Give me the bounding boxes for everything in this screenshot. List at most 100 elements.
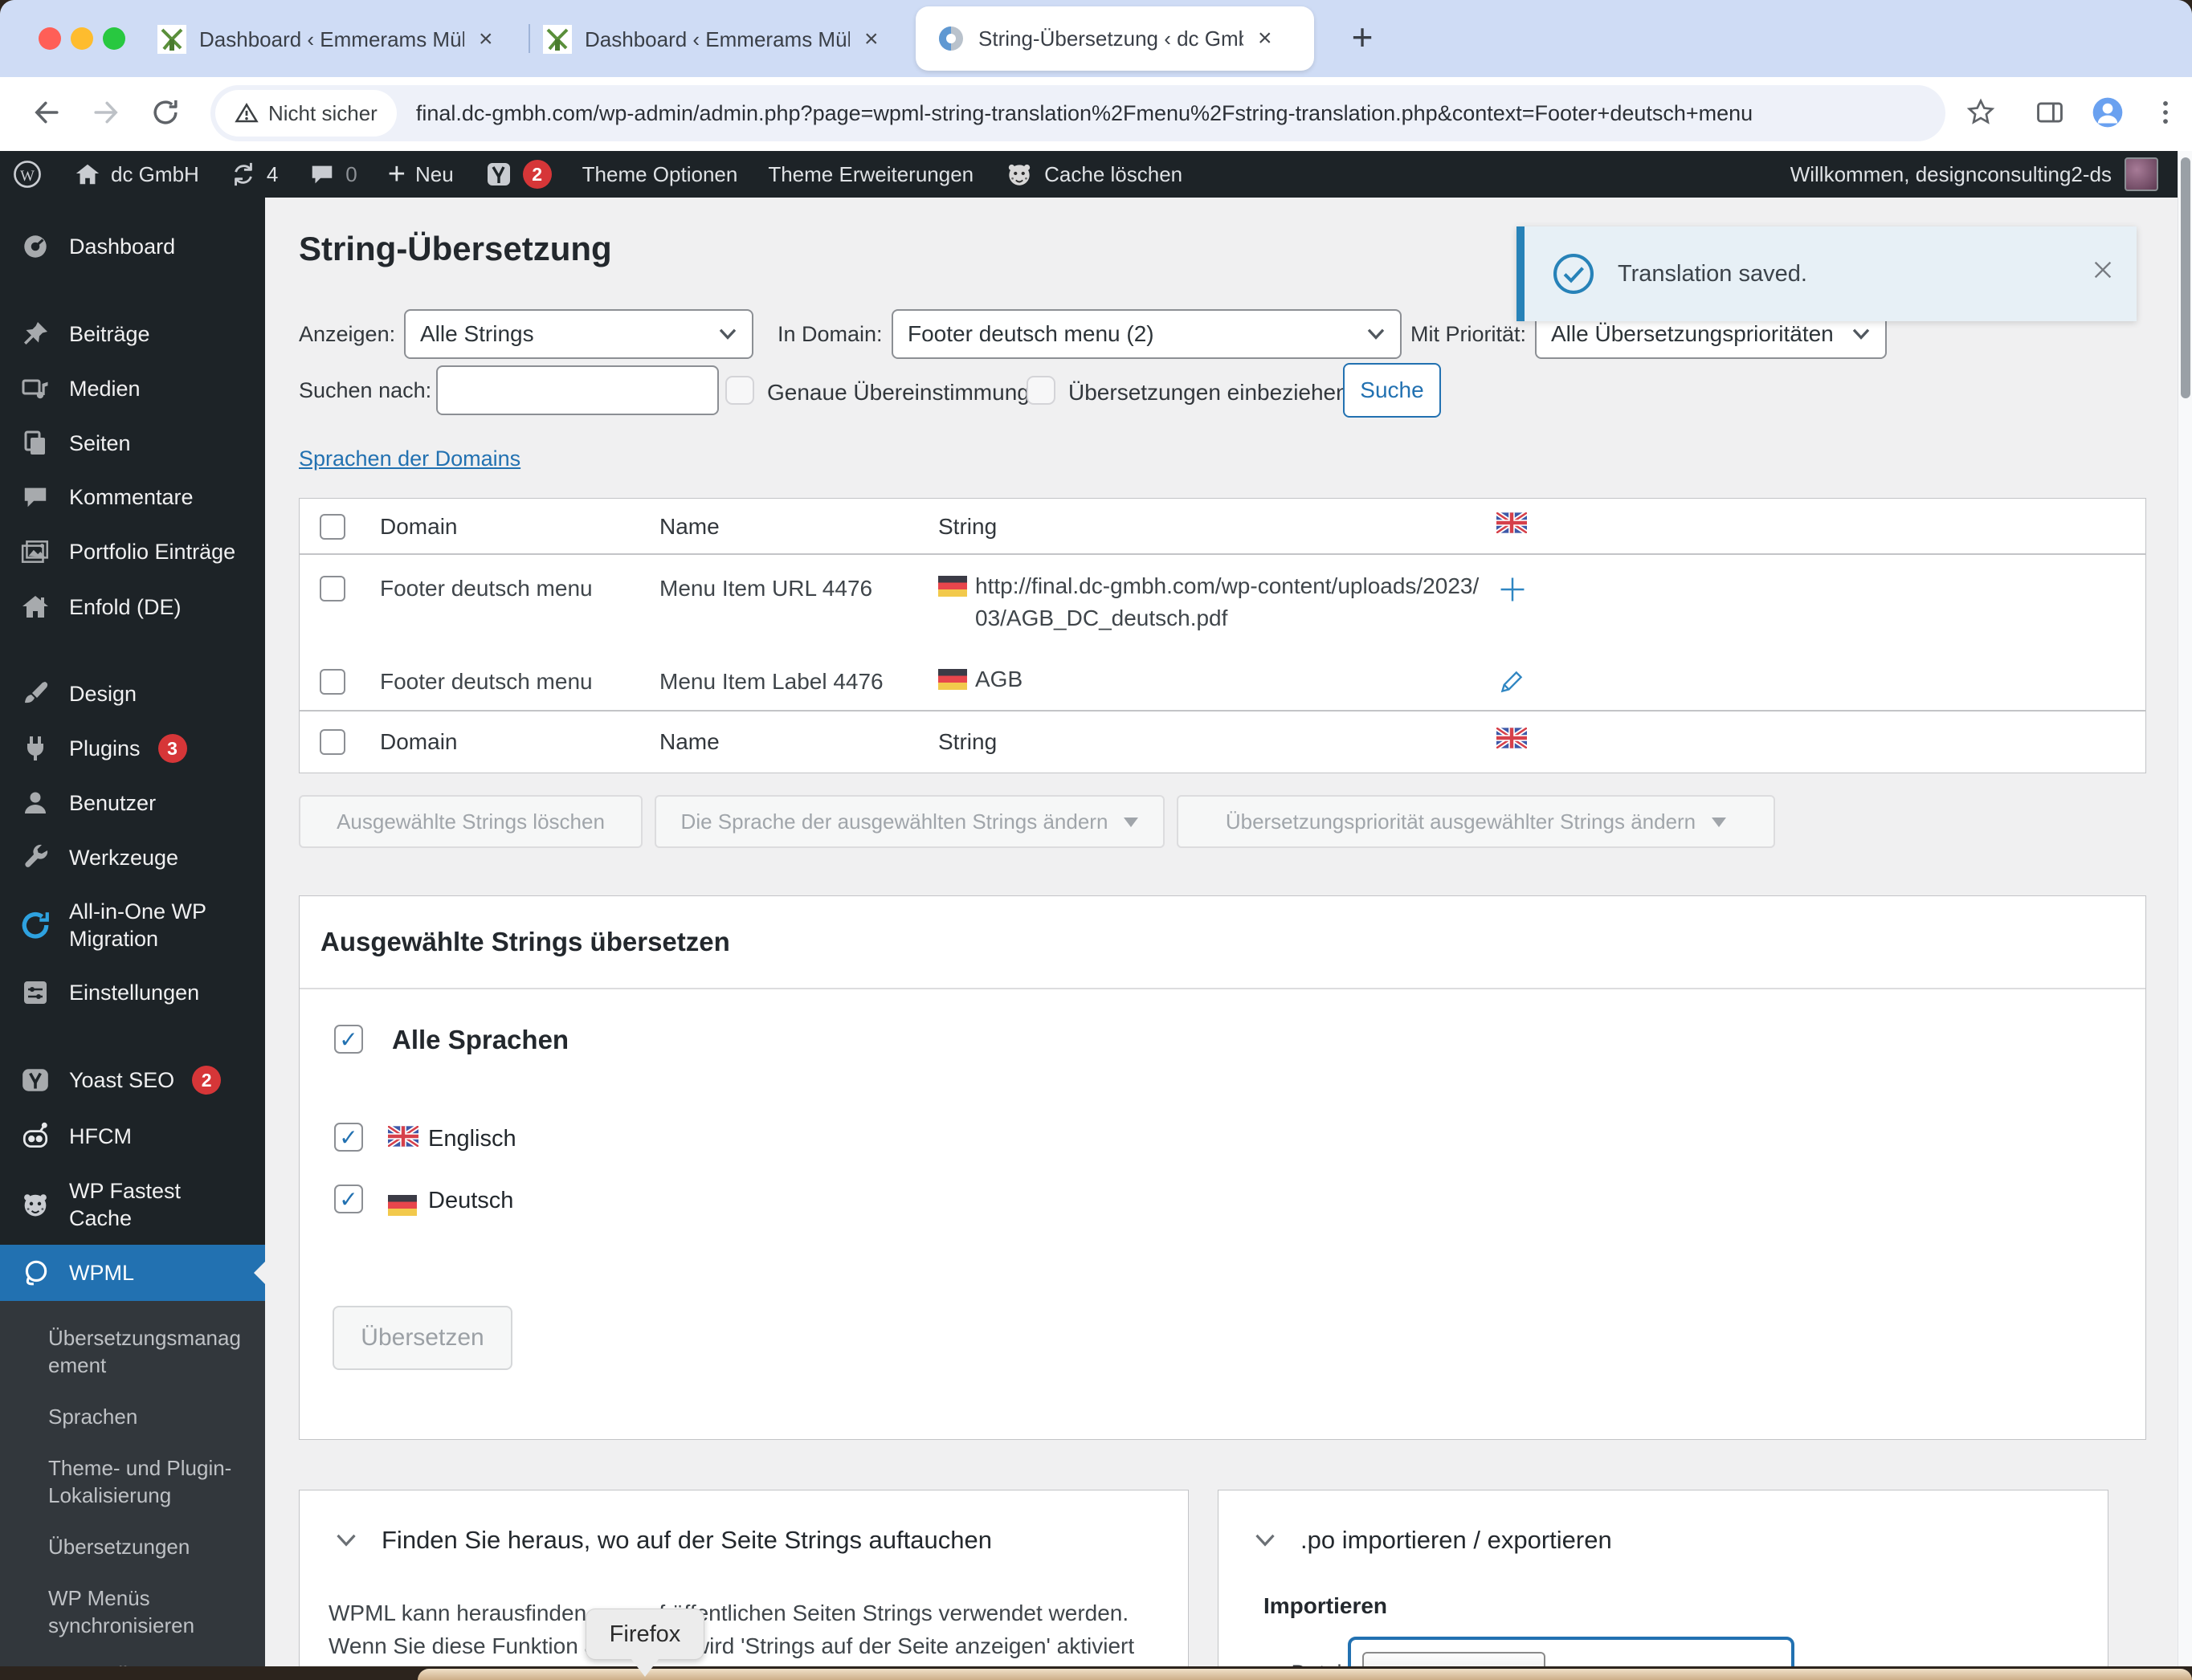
page-scrollbar[interactable] <box>2178 151 2192 1680</box>
admin-bar-new[interactable]: + Neu <box>388 159 454 190</box>
close-window-button[interactable] <box>39 27 61 50</box>
site-security-chip[interactable]: Nicht sicher <box>215 90 397 137</box>
chevron-down-icon <box>718 328 737 340</box>
tab-title: String-Übersetzung ‹ dc Gmb <box>978 26 1243 51</box>
updates-icon <box>234 162 252 186</box>
tab-close-icon[interactable]: × <box>864 26 879 53</box>
include-translations-checkbox[interactable] <box>1027 376 1055 405</box>
show-select[interactable]: Alle Strings <box>404 309 753 359</box>
sidebar-item-settings[interactable]: Einstellungen <box>0 965 265 1020</box>
sidebar-item-posts[interactable]: Beiträge <box>0 307 265 361</box>
tooltip-pointer <box>631 1659 659 1680</box>
browser-tab-2[interactable]: Dashboard ‹ Emmerams Mühl × <box>543 14 906 64</box>
search-button[interactable]: Suche <box>1343 363 1441 418</box>
minimize-window-button[interactable] <box>71 27 93 50</box>
submenu-item-sync-menus[interactable]: WP Menüs synchronisieren <box>0 1572 265 1651</box>
wp-logo-icon[interactable]: W <box>11 158 43 190</box>
submenu-item-theme-plugin-localization[interactable]: Theme- und Plugin-Lokalisierung <box>0 1442 265 1521</box>
admin-bar-comments[interactable]: 0 <box>308 161 357 188</box>
submenu-item-languages[interactable]: Sprachen <box>0 1391 265 1442</box>
welcome-text[interactable]: Willkommen, designconsulting2-ds <box>1790 162 2112 187</box>
tab-close-icon[interactable]: × <box>1258 25 1272 52</box>
zoom-window-button[interactable] <box>103 27 125 50</box>
sidebar-item-plugins[interactable]: Plugins 3 <box>0 721 265 776</box>
submenu-item-translations[interactable]: Übersetzungen <box>0 1521 265 1572</box>
sidebar-item-hfcm[interactable]: HFCM <box>0 1108 265 1164</box>
admin-bar-updates[interactable]: 4 <box>230 161 278 188</box>
change-priority-dropdown[interactable]: Übersetzungspriorität ausgewählter Strin… <box>1177 795 1775 848</box>
admin-bar-site-link[interactable]: dc GmbH <box>74 161 199 188</box>
delete-selected-button[interactable]: Ausgewählte Strings löschen <box>299 795 643 848</box>
select-all-checkbox[interactable] <box>320 514 345 540</box>
toast-close-icon[interactable] <box>2090 257 2116 287</box>
english-checkbox[interactable]: ✓ <box>334 1123 363 1152</box>
pin-icon <box>19 320 51 349</box>
sidebar-item-design[interactable]: Design <box>0 667 265 721</box>
sidebar-item-portfolio[interactable]: Portfolio Einträge <box>0 524 265 580</box>
exact-match-checkbox[interactable] <box>725 376 754 405</box>
row-checkbox[interactable] <box>320 576 345 601</box>
find-strings-title[interactable]: Finden Sie heraus, wo auf der Seite Stri… <box>382 1526 992 1555</box>
sidebar-item-label: Portfolio Einträge <box>69 540 236 564</box>
search-input[interactable] <box>436 365 719 415</box>
sidebar-item-label: Einstellungen <box>69 981 200 1005</box>
user-avatar[interactable] <box>2125 157 2158 191</box>
browser-tab-active[interactable]: String-Übersetzung ‹ dc Gmb × <box>916 6 1314 71</box>
row-name: Menu Item Label 4476 <box>659 669 884 694</box>
sidebar-item-wp-fastest-cache[interactable]: WP Fastest Cache <box>0 1164 265 1245</box>
address-bar[interactable]: Nicht sicher final.dc-gmbh.com/wp-admin/… <box>210 85 1945 141</box>
admin-bar-yoast[interactable]: 2 <box>484 160 552 189</box>
browser-tab-strip: Dashboard ‹ Emmerams Mühl × Dashboard ‹ … <box>0 0 2192 77</box>
browser-tab-1[interactable]: Dashboard ‹ Emmerams Mühl × <box>157 14 520 64</box>
windmill-favicon <box>543 25 572 54</box>
sidebar-item-enfold[interactable]: Enfold (DE) <box>0 580 265 634</box>
german-checkbox[interactable]: ✓ <box>334 1185 363 1213</box>
scrollbar-thumb[interactable] <box>2181 157 2190 398</box>
add-translation-icon[interactable] <box>1496 573 1529 606</box>
sidebar-item-dashboard[interactable]: Dashboard <box>0 218 265 275</box>
side-panel-icon[interactable] <box>2031 93 2069 132</box>
sidebar-item-yoast[interactable]: Yoast SEO 2 <box>0 1052 265 1108</box>
sidebar-item-tools[interactable]: Werkzeuge <box>0 830 265 885</box>
security-label: Nicht sicher <box>268 100 378 125</box>
url-text: final.dc-gmbh.com/wp-admin/admin.php?pag… <box>415 100 1753 125</box>
collapse-chevron-icon[interactable] <box>335 1533 357 1547</box>
po-panel-title[interactable]: .po importieren / exportieren <box>1300 1526 1612 1555</box>
collapse-chevron-icon[interactable] <box>1254 1533 1276 1547</box>
row-checkbox[interactable] <box>320 669 345 695</box>
submenu-item-translation-management[interactable]: Übersetzungsmanagement <box>0 1312 265 1391</box>
edit-translation-icon[interactable] <box>1496 667 1529 699</box>
change-language-dropdown[interactable]: Die Sprache der ausgewählten Strings änd… <box>655 795 1165 848</box>
plugin-icon <box>19 734 51 763</box>
reload-icon[interactable] <box>146 93 185 132</box>
translate-button[interactable]: Übersetzen <box>333 1306 512 1370</box>
col-name: Name <box>659 514 720 539</box>
admin-bar-theme-extensions[interactable]: Theme Erweiterungen <box>768 162 974 187</box>
sidebar-item-label: Beiträge <box>69 322 150 346</box>
browser-menu-icon[interactable] <box>2146 93 2185 132</box>
all-languages-checkbox[interactable]: ✓ <box>334 1025 363 1054</box>
home-icon <box>76 164 100 185</box>
sidebar-item-wpml[interactable]: WPML <box>0 1245 265 1301</box>
tab-close-icon[interactable]: × <box>479 26 493 53</box>
forward-icon[interactable] <box>87 93 125 132</box>
select-all-checkbox[interactable] <box>320 729 345 755</box>
bookmark-star-icon[interactable] <box>1961 93 2000 132</box>
admin-bar-theme-options[interactable]: Theme Optionen <box>582 162 738 187</box>
wpml-favicon <box>937 24 965 53</box>
show-select-value: Alle Strings <box>420 321 534 346</box>
back-icon[interactable] <box>27 93 66 132</box>
domain-languages-link[interactable]: Sprachen der Domains <box>299 447 520 471</box>
sidebar-item-users[interactable]: Benutzer <box>0 776 265 830</box>
sidebar-item-aio-migration[interactable]: All-in-One WP Migration <box>0 885 265 965</box>
admin-bar-clear-cache[interactable]: Cache löschen <box>1004 159 1182 190</box>
wpml-submenu: Übersetzungsmanagement Sprachen Theme- u… <box>0 1301 265 1680</box>
profile-avatar-icon[interactable] <box>2088 93 2127 132</box>
sidebar-item-label: All-in-One WP Migration <box>69 899 206 951</box>
sidebar-item-comments[interactable]: Kommentare <box>0 471 265 524</box>
domain-select[interactable]: Footer deutsch menu (2) <box>892 309 1402 359</box>
new-tab-button[interactable]: + <box>1340 14 1385 59</box>
sidebar-item-media[interactable]: Medien <box>0 361 265 416</box>
sidebar-item-pages[interactable]: Seiten <box>0 416 265 471</box>
wp-admin-bar: W dc GmbH 4 0 + Neu 2 Theme Optionen The… <box>0 151 2178 198</box>
